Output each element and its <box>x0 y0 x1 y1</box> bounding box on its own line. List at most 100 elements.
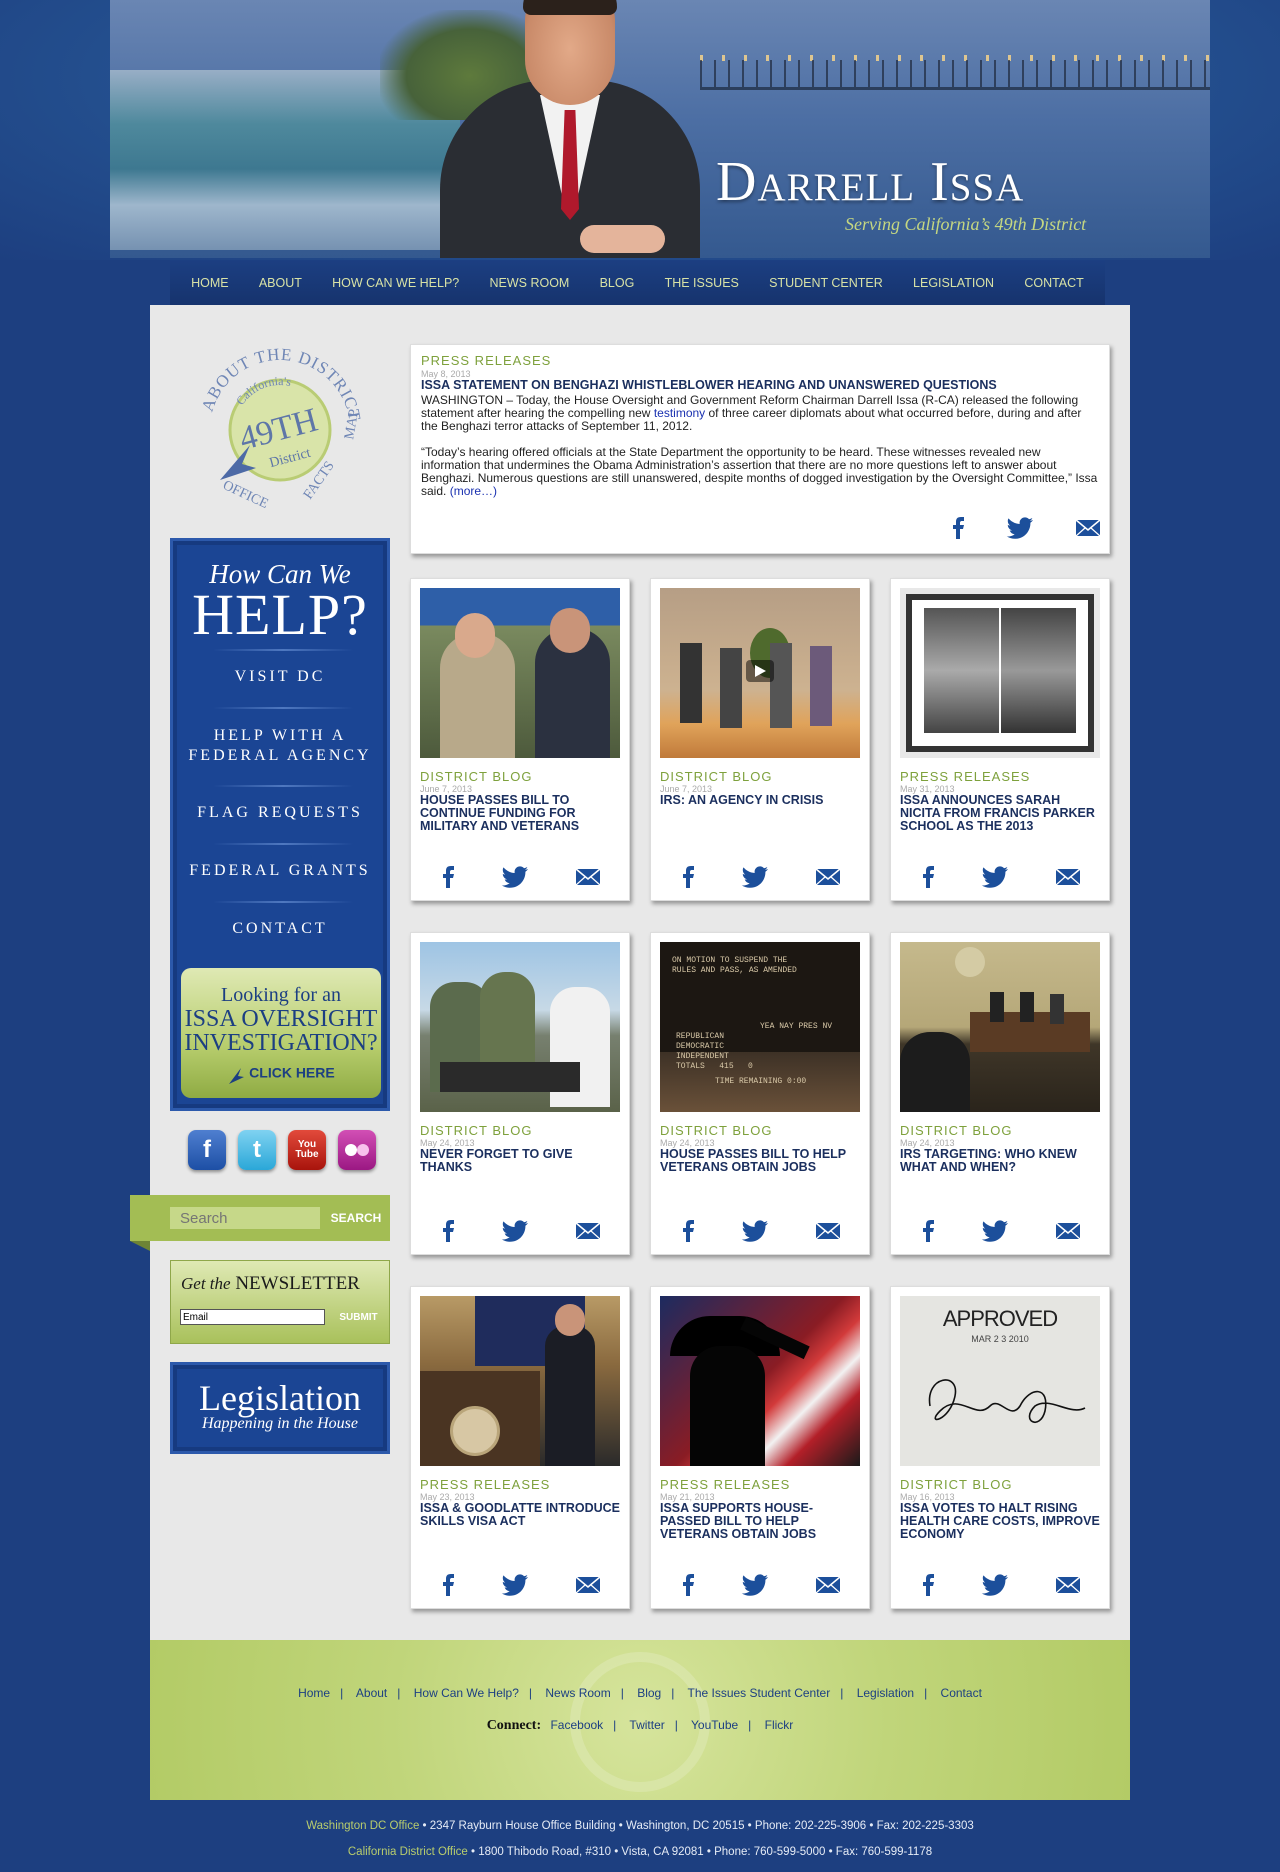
news-card-title[interactable]: ISSA & GOODLATTE INTRODUCE SKILLS VISA A… <box>420 1502 620 1542</box>
help-item-federal-agency-line2[interactable]: FEDERAL AGENCY <box>173 746 387 766</box>
help-item-visit-dc[interactable]: VISIT DC <box>173 667 387 687</box>
footer-link-flickr[interactable]: Flickr <box>765 1718 794 1732</box>
twitter-icon[interactable]: t <box>238 1130 276 1170</box>
facebook-share-icon[interactable] <box>441 1220 455 1242</box>
footer-link-issues-student-center[interactable]: The Issues Student Center <box>687 1686 830 1700</box>
search-button[interactable]: SEARCH <box>326 1207 386 1229</box>
footer-link-contact[interactable]: Contact <box>941 1686 982 1700</box>
news-card-title[interactable]: ISSA SUPPORTS HOUSE-PASSED BILL TO HELP … <box>660 1502 860 1542</box>
news-card-thumbnail[interactable] <box>660 1296 860 1466</box>
footer-link-news-room[interactable]: News Room <box>545 1686 610 1700</box>
email-share-icon[interactable] <box>815 1576 841 1594</box>
news-card-category[interactable]: PRESS RELEASES <box>900 769 1030 784</box>
email-share-icon[interactable] <box>1055 1576 1081 1594</box>
twitter-share-icon[interactable] <box>1006 517 1034 539</box>
news-card-thumbnail[interactable] <box>900 588 1100 758</box>
email-share-icon[interactable] <box>575 1222 601 1240</box>
twitter-share-icon[interactable] <box>741 1574 769 1596</box>
email-share-icon[interactable] <box>815 1222 841 1240</box>
facebook-share-icon[interactable] <box>921 1574 935 1596</box>
twitter-share-icon[interactable] <box>501 866 529 888</box>
site-title[interactable]: Darrell Issa <box>716 150 1024 214</box>
footer-link-legislation[interactable]: Legislation <box>857 1686 914 1700</box>
news-card-category[interactable]: PRESS RELEASES <box>420 1477 550 1492</box>
facebook-share-icon[interactable] <box>681 1220 695 1242</box>
news-card-thumbnail[interactable]: APPROVED MAR 2 3 2010 <box>900 1296 1100 1466</box>
email-share-icon[interactable] <box>1075 519 1101 537</box>
search-input[interactable] <box>170 1207 320 1229</box>
news-card-category[interactable]: DISTRICT BLOG <box>660 1123 772 1138</box>
email-share-icon[interactable] <box>815 868 841 886</box>
article-category[interactable]: PRESS RELEASES <box>421 353 551 368</box>
news-card-title[interactable]: HOUSE PASSES BILL TO HELP VETERANS OBTAI… <box>660 1148 860 1188</box>
footer-link-youtube[interactable]: YouTube <box>691 1718 738 1732</box>
oversight-investigation-banner[interactable]: Looking for an ISSA OVERSIGHT INVESTIGAT… <box>181 968 381 1098</box>
facebook-icon[interactable]: f <box>188 1130 226 1170</box>
news-card-title[interactable]: NEVER FORGET TO GIVE THANKS <box>420 1148 620 1188</box>
nav-home[interactable]: HOME <box>191 276 229 290</box>
district-emblem[interactable]: ABOUT THE DISTRICT California's 49TH Dis… <box>190 340 370 520</box>
facebook-share-icon[interactable] <box>951 517 965 539</box>
nav-contact[interactable]: CONTACT <box>1024 276 1084 290</box>
legislation-banner[interactable]: Legislation Happening in the House <box>170 1362 390 1454</box>
news-card-category[interactable]: DISTRICT BLOG <box>420 1123 532 1138</box>
twitter-share-icon[interactable] <box>741 866 769 888</box>
footer-link-facebook[interactable]: Facebook <box>550 1718 603 1732</box>
help-item-federal-grants[interactable]: FEDERAL GRANTS <box>173 861 387 881</box>
news-card-category[interactable]: DISTRICT BLOG <box>420 769 532 784</box>
help-item-contact[interactable]: CONTACT <box>173 919 387 939</box>
news-card-title[interactable]: HOUSE PASSES BILL TO CONTINUE FUNDING FO… <box>420 794 620 834</box>
nav-about[interactable]: ABOUT <box>259 276 302 290</box>
news-card-thumbnail[interactable] <box>420 1296 620 1466</box>
ca-office-label[interactable]: California District Office <box>348 1846 468 1858</box>
nav-news-room[interactable]: NEWS ROOM <box>489 276 569 290</box>
twitter-share-icon[interactable] <box>501 1574 529 1596</box>
facebook-share-icon[interactable] <box>921 866 935 888</box>
news-card-category[interactable]: DISTRICT BLOG <box>900 1123 1012 1138</box>
twitter-share-icon[interactable] <box>981 1574 1009 1596</box>
newsletter-submit-button[interactable]: SUBMIT <box>331 1308 386 1326</box>
read-more-link[interactable]: (more…) <box>450 484 497 498</box>
nav-the-issues[interactable]: THE ISSUES <box>665 276 739 290</box>
news-card-thumbnail[interactable] <box>660 588 860 758</box>
dc-office-label[interactable]: Washington DC Office <box>306 1820 419 1832</box>
news-card-thumbnail[interactable] <box>900 942 1100 1112</box>
email-share-icon[interactable] <box>575 868 601 886</box>
flickr-icon[interactable] <box>338 1130 376 1170</box>
facebook-share-icon[interactable] <box>681 1574 695 1596</box>
facebook-share-icon[interactable] <box>681 866 695 888</box>
email-share-icon[interactable] <box>1055 868 1081 886</box>
nav-blog[interactable]: BLOG <box>600 276 635 290</box>
news-card-thumbnail[interactable] <box>420 588 620 758</box>
youtube-icon[interactable]: You Tube <box>288 1130 326 1170</box>
article-title[interactable]: ISSA STATEMENT ON BENGHAZI WHISTLEBLOWER… <box>421 379 997 392</box>
news-card-title[interactable]: ISSA VOTES TO HALT RISING HEALTH CARE CO… <box>900 1502 1100 1542</box>
email-share-icon[interactable] <box>1055 1222 1081 1240</box>
twitter-share-icon[interactable] <box>741 1220 769 1242</box>
nav-legislation[interactable]: LEGISLATION <box>913 276 994 290</box>
twitter-share-icon[interactable] <box>501 1220 529 1242</box>
email-field[interactable] <box>180 1309 325 1325</box>
news-card-thumbnail[interactable] <box>420 942 620 1112</box>
news-card-category[interactable]: DISTRICT BLOG <box>660 769 772 784</box>
nav-how-can-we-help[interactable]: HOW CAN WE HELP? <box>332 276 459 290</box>
facebook-share-icon[interactable] <box>441 866 455 888</box>
twitter-share-icon[interactable] <box>981 866 1009 888</box>
news-card-title[interactable]: IRS TARGETING: WHO KNEW WHAT AND WHEN? <box>900 1148 1100 1188</box>
help-item-flag-requests[interactable]: FLAG REQUESTS <box>173 803 387 823</box>
twitter-share-icon[interactable] <box>981 1220 1009 1242</box>
footer-link-about[interactable]: About <box>356 1686 387 1700</box>
news-card-thumbnail[interactable]: ON MOTION TO SUSPEND THE RULES AND PASS,… <box>660 942 860 1112</box>
news-card-category[interactable]: DISTRICT BLOG <box>900 1477 1012 1492</box>
email-share-icon[interactable] <box>575 1576 601 1594</box>
facebook-share-icon[interactable] <box>441 1574 455 1596</box>
help-item-federal-agency-line1[interactable]: HELP WITH A <box>173 726 387 746</box>
footer-link-home[interactable]: Home <box>298 1686 330 1700</box>
testimony-link[interactable]: testimony <box>654 406 705 420</box>
footer-link-help[interactable]: How Can We Help? <box>414 1686 519 1700</box>
news-card-title[interactable]: ISSA ANNOUNCES SARAH NICITA FROM FRANCIS… <box>900 794 1100 834</box>
footer-link-blog[interactable]: Blog <box>637 1686 661 1700</box>
news-card-title[interactable]: IRS: AN AGENCY IN CRISIS <box>660 794 860 834</box>
facebook-share-icon[interactable] <box>921 1220 935 1242</box>
footer-link-twitter[interactable]: Twitter <box>629 1718 664 1732</box>
